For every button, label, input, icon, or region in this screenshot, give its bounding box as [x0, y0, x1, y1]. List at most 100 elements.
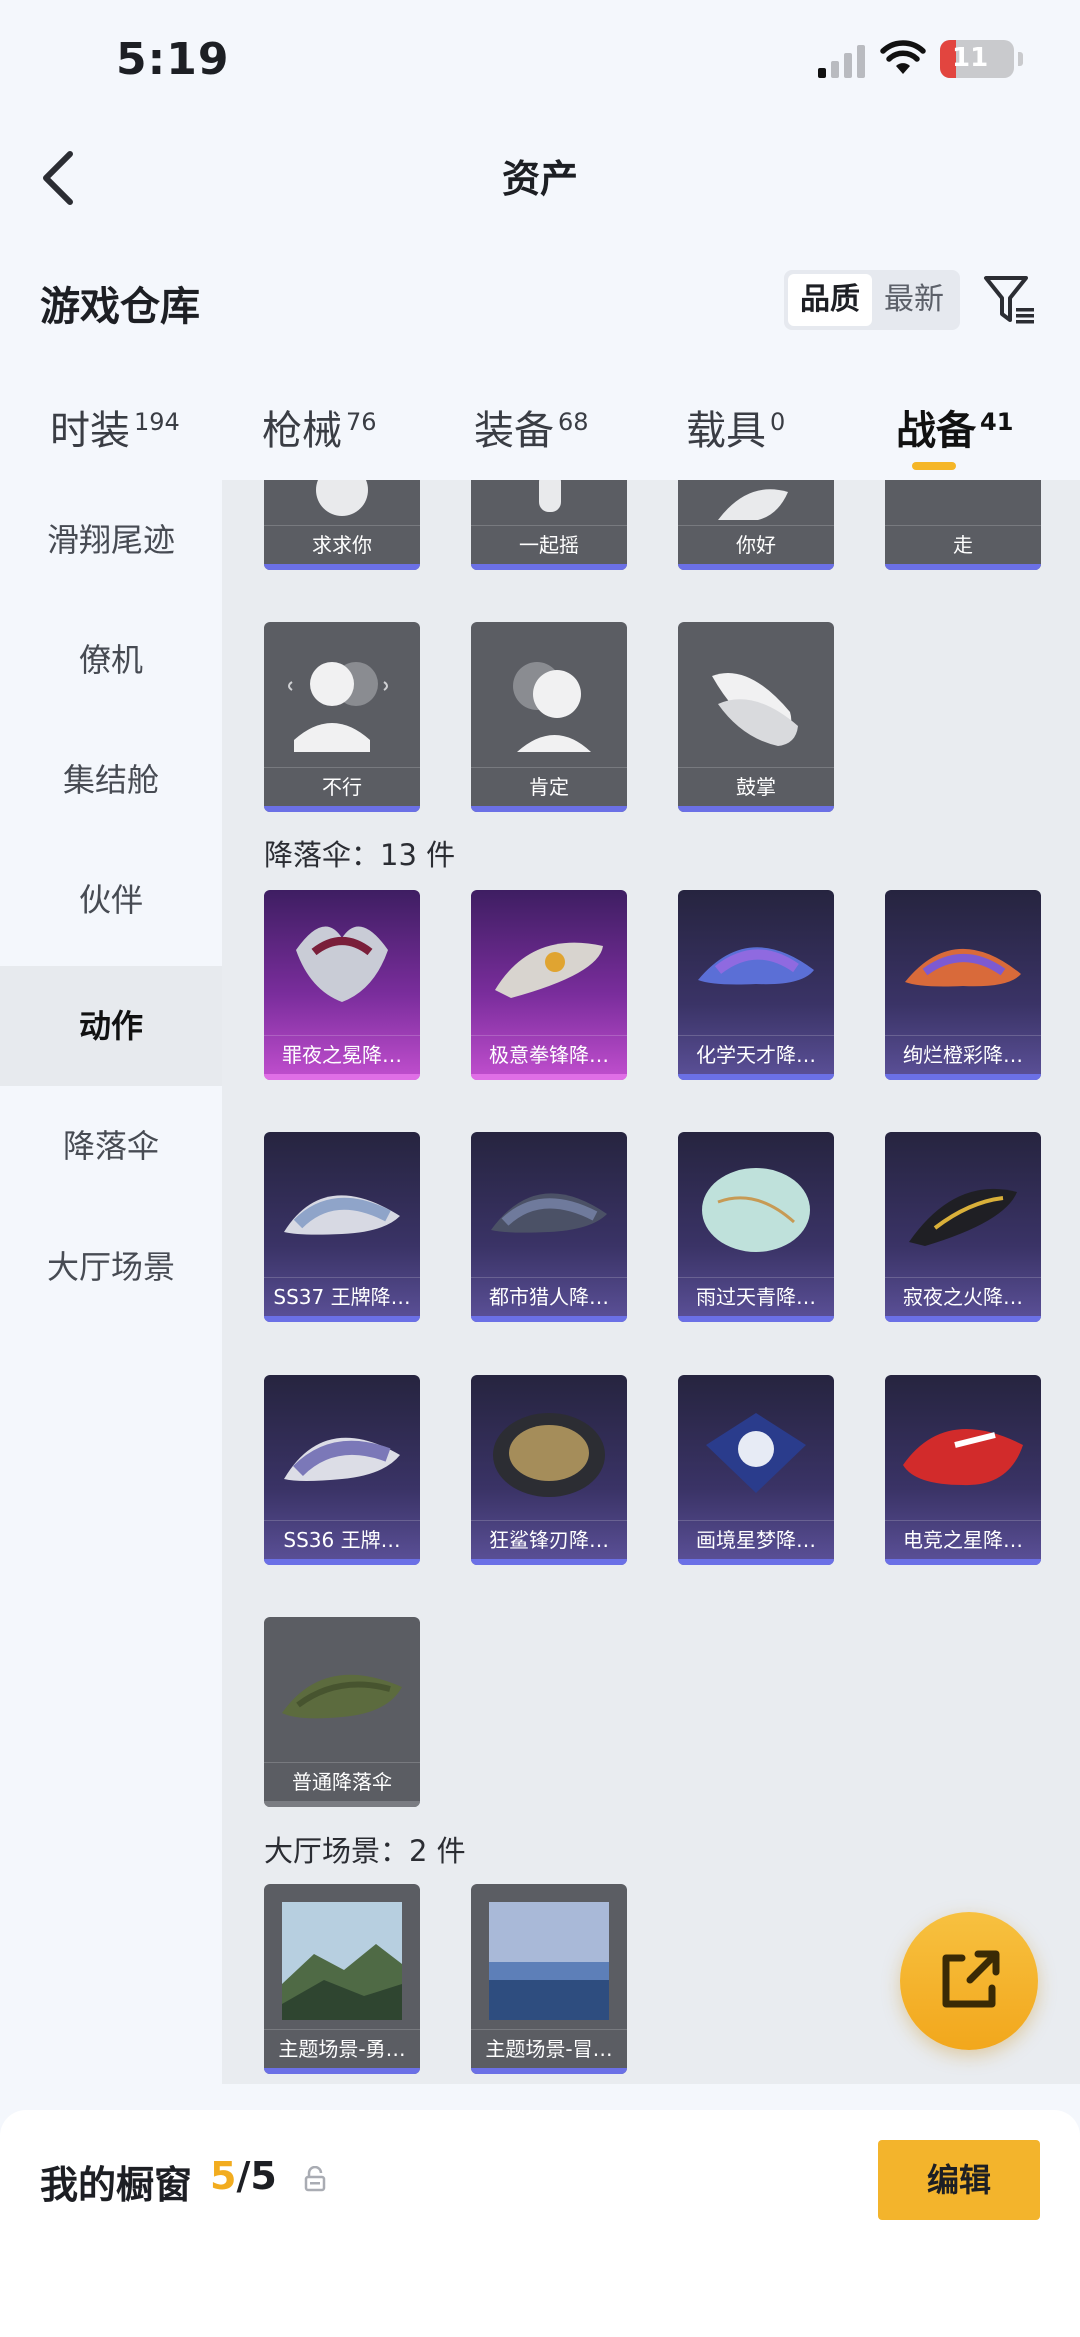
sidebar-item-companion[interactable]: 伙伴 [0, 840, 222, 960]
emote-card[interactable]: 求求你 [264, 480, 420, 570]
sort-toggle: 品质 最新 [784, 270, 960, 330]
item-name: 狂鲨锋刃降… [471, 1520, 627, 1559]
emote-figure-icon [316, 480, 368, 516]
sidebar-item-label: 伙伴 [78, 881, 143, 919]
tab-combat-gear[interactable]: 战备 41 [896, 398, 1013, 456]
share-icon [942, 1950, 1000, 2008]
emote-card[interactable]: 不行 [264, 622, 420, 812]
filter-icon[interactable] [982, 272, 1038, 328]
emote-card[interactable]: 走 [885, 480, 1041, 570]
battery-icon: 11 [940, 40, 1023, 78]
tab-fashion[interactable]: 时装 194 [50, 398, 180, 456]
sidebar-item-label: 僚机 [78, 641, 143, 679]
tab-vehicles[interactable]: 载具 0 [686, 398, 785, 456]
item-name: 绚烂橙彩降… [885, 1035, 1041, 1074]
tab-weapons[interactable]: 枪械 76 [262, 398, 377, 456]
parachute-card[interactable]: 绚烂橙彩降… [885, 890, 1041, 1080]
tab-count: 194 [134, 407, 180, 436]
parachute-icon [909, 1188, 1017, 1246]
sidebar-item-emotes[interactable]: 动作 [0, 966, 222, 1086]
sort-quality-button[interactable]: 品质 [788, 274, 872, 326]
parachute-icon [905, 948, 1021, 987]
parachute-icon [903, 1429, 1023, 1486]
parachute-card[interactable]: SS36 王牌… [264, 1375, 420, 1565]
parachute-icon [296, 926, 388, 1002]
item-name: 雨过天青降… [678, 1277, 834, 1316]
parachute-card[interactable]: 画境星梦降… [678, 1375, 834, 1565]
parachute-icon [702, 1168, 810, 1252]
sidebar-item-parachute[interactable]: 降落伞 [0, 1086, 222, 1206]
emote-card[interactable]: 肯定 [471, 622, 627, 812]
item-name: 罪夜之冕降… [264, 1035, 420, 1074]
showcase-label: 我的橱窗 [40, 2163, 193, 2207]
tab-count: 0 [770, 407, 786, 436]
lobby-section-title: 大厅场景：2 件 [264, 1834, 466, 1868]
head-nod-icon [513, 662, 591, 752]
item-name: 普通降落伞 [264, 1762, 420, 1801]
item-name: SS37 王牌降… [264, 1277, 420, 1316]
sidebar-item-glide-trail[interactable]: 滑翔尾迹 [0, 480, 222, 600]
parachute-card[interactable]: 狂鲨锋刃降… [471, 1375, 627, 1565]
item-name: 求求你 [264, 525, 420, 564]
parachute-card[interactable]: 寂夜之火降… [885, 1132, 1041, 1322]
tab-label: 枪械 [262, 408, 342, 454]
parachute-section-title: 降落伞：13 件 [264, 838, 456, 872]
sidebar-item-wingman[interactable]: 僚机 [0, 600, 222, 720]
edit-button[interactable]: 编辑 [878, 2140, 1040, 2220]
item-name: 走 [885, 525, 1041, 564]
emote-figure-icon [539, 480, 561, 512]
item-name: 肯定 [471, 767, 627, 806]
emote-card[interactable]: 你好 [678, 480, 834, 570]
parachute-card[interactable]: 罪夜之冕降… [264, 890, 420, 1080]
sidebar-item-label: 大厅场景 [46, 1248, 175, 1286]
parachute-card[interactable]: 雨过天青降… [678, 1132, 834, 1322]
active-tab-indicator [912, 462, 956, 470]
lobby-scene-card[interactable]: 主题场景-勇… [264, 1884, 420, 2074]
item-name: 主题场景-勇… [264, 2029, 420, 2068]
item-name: 电竞之星降… [885, 1520, 1041, 1559]
tab-label: 战备 [896, 408, 976, 454]
sidebar-item-label: 降落伞 [62, 1127, 159, 1165]
parachute-card[interactable]: 化学天才降… [678, 890, 834, 1080]
parachute-icon [706, 1413, 806, 1493]
tab-label: 装备 [474, 408, 554, 454]
scene-thumbnail [489, 1902, 609, 2020]
item-name: 一起摇 [471, 525, 627, 564]
parachute-card[interactable]: 普通降落伞 [264, 1617, 420, 1807]
emote-card[interactable]: 鼓掌 [678, 622, 834, 812]
tab-equipment[interactable]: 装备 68 [474, 398, 589, 456]
emote-figure-icon [718, 489, 788, 520]
item-name: 主题场景-冒… [471, 2029, 627, 2068]
warehouse-title: 游戏仓库 [40, 284, 200, 330]
tab-count: 68 [558, 407, 589, 436]
sidebar-item-label: 集结舱 [62, 761, 159, 799]
sort-newest-button[interactable]: 最新 [872, 274, 956, 326]
item-name: 化学天才降… [678, 1035, 834, 1074]
emote-card[interactable]: 一起摇 [471, 480, 627, 570]
item-name: 都市猎人降… [471, 1277, 627, 1316]
parachute-icon [491, 1193, 607, 1233]
status-time: 5:19 [116, 34, 230, 85]
lobby-scene-card[interactable]: 主题场景-冒… [471, 1884, 627, 2074]
parachute-icon [284, 1437, 400, 1481]
battery-level: 11 [952, 43, 989, 73]
head-shake-icon [288, 662, 388, 752]
showcase-total: /5 [236, 2154, 277, 2198]
sidebar-item-assembly-pod[interactable]: 集结舱 [0, 720, 222, 840]
showcase-count: 5/5 [210, 2154, 277, 2198]
tab-label: 时装 [50, 408, 130, 454]
tab-count: 76 [346, 407, 377, 436]
item-name: 不行 [264, 767, 420, 806]
cellular-signal-icon [818, 45, 865, 78]
share-floating-button[interactable] [900, 1912, 1038, 2050]
item-name: 画境星梦降… [678, 1520, 834, 1559]
sidebar-item-label: 动作 [78, 1007, 143, 1045]
parachute-icon [698, 947, 814, 985]
parachute-card[interactable]: 都市猎人降… [471, 1132, 627, 1322]
parachute-card[interactable]: 极意拳锋降… [471, 890, 627, 1080]
sidebar-item-lobby-scene[interactable]: 大厅场景 [0, 1207, 222, 1327]
tab-label: 载具 [686, 408, 766, 454]
parachute-card[interactable]: 电竞之星降… [885, 1375, 1041, 1565]
scene-thumbnail [282, 1902, 402, 2020]
parachute-card[interactable]: SS37 王牌降… [264, 1132, 420, 1322]
